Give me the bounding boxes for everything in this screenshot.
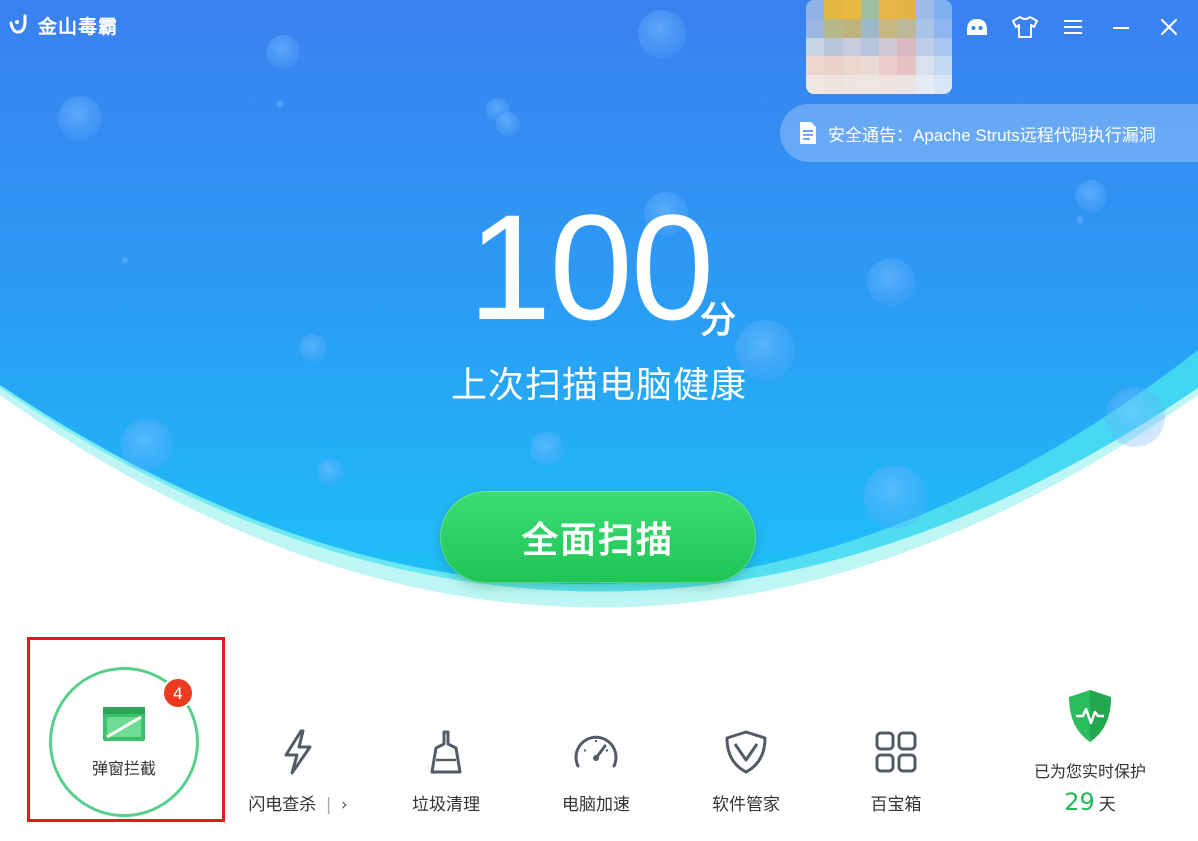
tool-toolbox[interactable]: 百宝箱	[836, 728, 956, 815]
tool-software-manager[interactable]: 软件管家	[686, 728, 806, 815]
tool-label: 垃圾清理	[412, 795, 480, 815]
close-icon[interactable]	[1148, 8, 1190, 46]
protection-status[interactable]: 已为您实时保护 29 天	[1018, 688, 1162, 816]
tool-label: 闪电查杀	[248, 795, 317, 815]
security-notice-banner[interactable]: 安全通告：Apache Struts远程代码执行漏洞	[780, 104, 1198, 162]
user-account-area[interactable]	[806, 0, 952, 94]
robot-icon[interactable]	[956, 8, 998, 46]
protection-label: 已为您实时保护	[1033, 762, 1146, 781]
app-name: 金山毒霸	[38, 15, 119, 38]
broom-icon	[430, 730, 462, 774]
popup-block-label: 弹窗拦截	[91, 759, 156, 778]
grid-icon	[875, 731, 917, 773]
menu-icon[interactable]	[1052, 8, 1094, 46]
minimize-icon[interactable]	[1100, 8, 1142, 46]
tool-junk-cleanup[interactable]: 垃圾清理	[386, 728, 506, 815]
tool-label: 软件管家	[712, 795, 780, 815]
health-score: 100 分	[468, 187, 748, 347]
tool-label: 百宝箱	[870, 795, 922, 815]
chevron-right-icon[interactable]: ›	[341, 795, 348, 815]
tool-pc-speedup[interactable]: 电脑加速	[536, 728, 656, 815]
shield-check-icon	[1069, 690, 1111, 742]
shield-app-icon	[725, 730, 767, 774]
app-logo: 金山毒霸	[8, 10, 118, 40]
tool-label: 电脑加速	[562, 795, 630, 815]
lightning-icon	[284, 729, 312, 775]
speedometer-icon	[574, 735, 618, 768]
shirt-icon[interactable]	[1004, 8, 1046, 46]
score-value: 100	[468, 183, 714, 351]
tool-lightning-scan[interactable]: 闪电查杀 | ›	[238, 728, 358, 815]
protection-days: 29	[1064, 788, 1095, 816]
popup-block-icon	[103, 707, 145, 741]
score-description: 上次扫描电脑健康	[450, 365, 747, 406]
document-icon	[800, 122, 816, 144]
full-scan-button[interactable]: 全面扫描	[440, 491, 756, 583]
separator: |	[325, 795, 332, 815]
notification-badge: 4	[162, 677, 194, 709]
notice-text: 安全通告：Apache Struts远程代码执行漏洞	[828, 125, 1156, 145]
kingsoft-logo-icon	[9, 14, 27, 34]
score-unit: 分	[700, 300, 737, 341]
window-controls	[956, 8, 1190, 46]
protection-days-unit: 天	[1098, 795, 1116, 815]
